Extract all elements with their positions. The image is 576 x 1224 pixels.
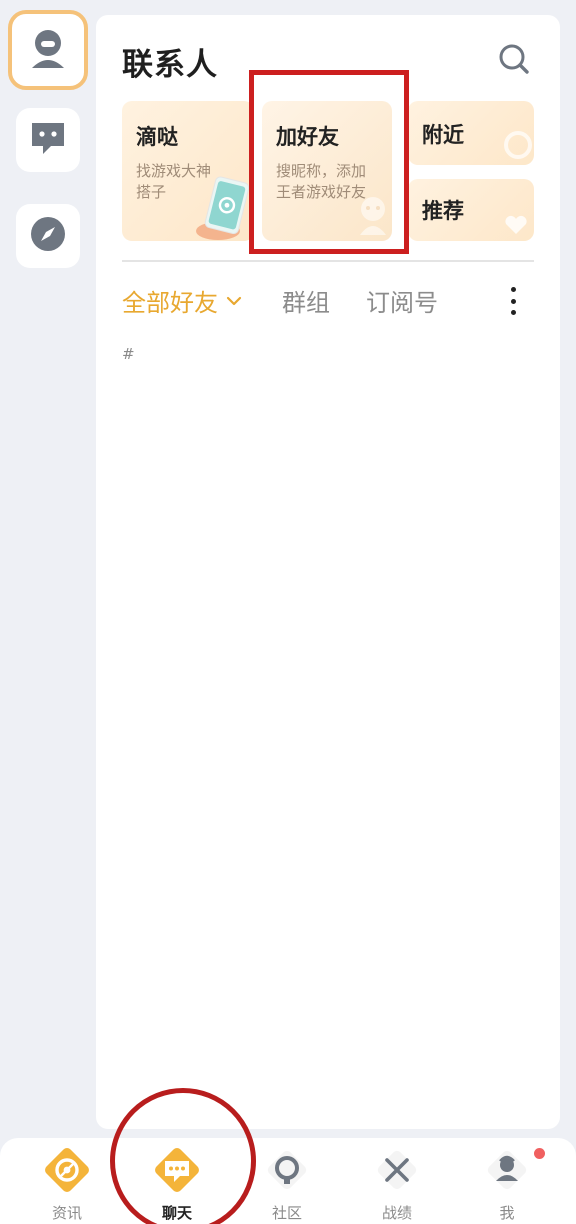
- heart-watermark-icon: [504, 215, 528, 239]
- list-index-letter: #: [122, 345, 135, 363]
- recommend-card-title: 推荐: [422, 199, 464, 223]
- nearby-card-title: 附近: [422, 123, 464, 147]
- nav-item-me[interactable]: 我: [452, 1138, 562, 1224]
- nav-item-stats[interactable]: 战绩: [342, 1138, 452, 1224]
- rail-messages-button[interactable]: [16, 108, 80, 172]
- didi-card-title: 滴哒: [136, 125, 178, 149]
- nearby-card[interactable]: 附近: [408, 101, 534, 165]
- add-friend-card[interactable]: 加好友 搜昵称，添加 王者游戏好友: [262, 101, 392, 241]
- location-watermark-icon: [504, 131, 532, 163]
- news-target-icon: [40, 1143, 94, 1197]
- recommend-card[interactable]: 推荐: [408, 179, 534, 241]
- compass-icon: [29, 215, 67, 257]
- contacts-panel: 联系人 滴哒 找游戏大神 搭子 加好友 搜昵称，添加 王者游戏好友 附近 推荐 …: [96, 15, 560, 1129]
- tab-all-friends-label: 全部好友: [122, 289, 218, 317]
- tab-groups-label: 群组: [282, 289, 330, 317]
- nav-label-chat: 聊天: [161, 1204, 192, 1222]
- rail-contacts-button[interactable]: [8, 10, 88, 90]
- add-friend-card-subtitle: 搜昵称，添加 王者游戏好友: [276, 162, 367, 201]
- nav-item-community[interactable]: 社区: [232, 1138, 342, 1224]
- add-friend-card-title: 加好友: [276, 125, 339, 149]
- tab-all-friends[interactable]: 全部好友: [122, 283, 242, 318]
- nav-label-news: 资讯: [51, 1204, 82, 1222]
- section-divider: [122, 260, 534, 262]
- profile-icon: [480, 1143, 534, 1197]
- bottom-nav: 资讯 聊天 社区 战绩 我: [0, 1138, 576, 1224]
- mascot-watermark-icon: [356, 195, 390, 239]
- page-title: 联系人: [122, 47, 218, 83]
- nav-label-community: 社区: [271, 1204, 302, 1222]
- crossed-swords-icon: [370, 1143, 424, 1197]
- search-icon: [498, 43, 530, 79]
- notification-badge: [534, 1148, 545, 1159]
- nav-item-news[interactable]: 资讯: [12, 1138, 122, 1224]
- nav-label-stats: 战绩: [381, 1204, 412, 1222]
- more-vertical-icon[interactable]: [506, 287, 520, 315]
- chevron-down-icon: [226, 296, 242, 306]
- tab-subscriptions[interactable]: 订阅号: [366, 283, 438, 318]
- chat-bubble-icon: [29, 120, 67, 160]
- contact-avatar-icon: [28, 26, 68, 74]
- tab-subscriptions-label: 订阅号: [366, 289, 438, 317]
- tab-groups[interactable]: 群组: [282, 283, 330, 318]
- community-icon: [260, 1143, 314, 1197]
- rail-discover-button[interactable]: [16, 204, 80, 268]
- chat-bubble-icon: [150, 1143, 204, 1197]
- search-button[interactable]: [494, 41, 534, 81]
- friend-tabs: 全部好友 群组 订阅号: [122, 283, 534, 319]
- phone-hand-illustration-icon: [192, 175, 252, 241]
- nav-label-me: 我: [499, 1204, 515, 1222]
- nav-item-chat[interactable]: 聊天: [122, 1138, 232, 1224]
- didi-card[interactable]: 滴哒 找游戏大神 搭子: [122, 101, 254, 241]
